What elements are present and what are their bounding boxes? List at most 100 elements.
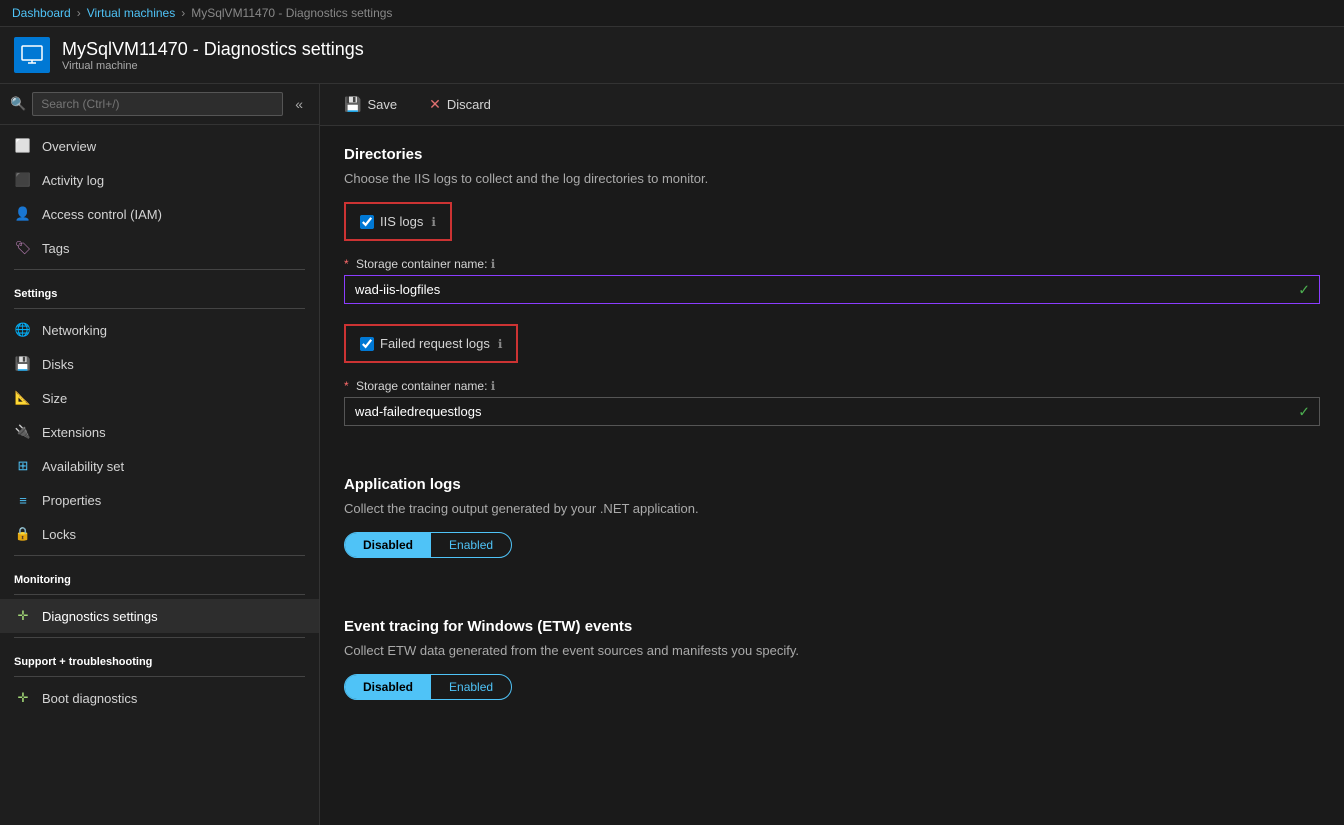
- locks-icon: 🔒: [14, 525, 32, 543]
- properties-icon: ≡: [14, 491, 32, 509]
- search-icon: 🔍: [10, 96, 26, 112]
- divider-monitoring2: [14, 594, 305, 595]
- sidebar-label-properties: Properties: [42, 493, 101, 508]
- iis-logs-text: IIS logs: [380, 214, 423, 229]
- sidebar-label-networking: Networking: [42, 323, 107, 338]
- sidebar-label-locks: Locks: [42, 527, 76, 542]
- sidebar-label-tags: Tags: [42, 241, 69, 256]
- breadcrumb-sep1: ›: [77, 6, 81, 20]
- failed-storage-check-icon: ✓: [1298, 403, 1310, 420]
- sidebar-item-extensions[interactable]: 🔌 Extensions: [0, 415, 319, 449]
- iis-storage-container: * Storage container name: ℹ ✓: [344, 257, 1320, 304]
- disks-icon: 💾: [14, 355, 32, 373]
- etw-desc: Collect ETW data generated from the even…: [344, 643, 1320, 658]
- directories-desc: Choose the IIS logs to collect and the l…: [344, 171, 1320, 186]
- sidebar-item-overview[interactable]: ⬜ Overview: [0, 129, 319, 163]
- iis-storage-input-wrap: ✓: [344, 275, 1320, 304]
- extensions-icon: 🔌: [14, 423, 32, 441]
- iis-logs-checkbox[interactable]: [360, 215, 374, 229]
- sidebar-label-diagnostics: Diagnostics settings: [42, 609, 158, 624]
- required-marker2: *: [344, 379, 349, 393]
- sidebar-item-disks[interactable]: 💾 Disks: [0, 347, 319, 381]
- page-header: MySqlVM11470 - Diagnostics settings Virt…: [0, 27, 1344, 84]
- sidebar-label-overview: Overview: [42, 139, 96, 154]
- size-icon: 📐: [14, 389, 32, 407]
- failed-storage-input-wrap: ✓: [344, 397, 1320, 426]
- networking-icon: 🌐: [14, 321, 32, 339]
- divider-settings: [14, 269, 305, 270]
- failed-storage-info-icon[interactable]: ℹ: [491, 379, 496, 393]
- app-logs-title: Application logs: [344, 476, 1320, 493]
- breadcrumb-dashboard[interactable]: Dashboard: [12, 6, 71, 20]
- app-logs-enabled-btn[interactable]: Enabled: [431, 533, 511, 557]
- monitor-icon: [20, 43, 44, 67]
- sidebar-item-activity-log[interactable]: ⬛ Activity log: [0, 163, 319, 197]
- sidebar-item-locks[interactable]: 🔒 Locks: [0, 517, 319, 551]
- breadcrumb-current: MySqlVM11470 - Diagnostics settings: [191, 6, 392, 20]
- etw-title: Event tracing for Windows (ETW) events: [344, 618, 1320, 635]
- breadcrumb-sep2: ›: [181, 6, 185, 20]
- etw-enabled-btn[interactable]: Enabled: [431, 675, 511, 699]
- sidebar-item-properties[interactable]: ≡ Properties: [0, 483, 319, 517]
- sidebar-item-iam[interactable]: 👤 Access control (IAM): [0, 197, 319, 231]
- divider-support2: [14, 676, 305, 677]
- app-logs-toggle[interactable]: Disabled Enabled: [344, 532, 512, 558]
- sidebar-item-networking[interactable]: 🌐 Networking: [0, 313, 319, 347]
- etw-disabled-btn[interactable]: Disabled: [345, 675, 431, 699]
- sidebar-label-extensions: Extensions: [42, 425, 106, 440]
- iis-storage-input[interactable]: [344, 275, 1320, 304]
- iis-logs-group: IIS logs ℹ: [344, 202, 452, 241]
- sidebar-item-tags[interactable]: 🏷 Tags: [0, 231, 319, 265]
- search-input[interactable]: [32, 92, 283, 116]
- diagnostics-icon: ✛: [14, 607, 32, 625]
- content-area: 💾 Save ✕ Discard Directories Choose the …: [320, 84, 1344, 825]
- iam-icon: 👤: [14, 205, 32, 223]
- support-section-label: Support + troubleshooting: [0, 642, 319, 672]
- app-logs-desc: Collect the tracing output generated by …: [344, 501, 1320, 516]
- overview-icon: ⬜: [14, 137, 32, 155]
- activity-log-icon: ⬛: [14, 171, 32, 189]
- page-header-text: MySqlVM11470 - Diagnostics settings Virt…: [62, 39, 364, 72]
- sidebar-item-size[interactable]: 📐 Size: [0, 381, 319, 415]
- sidebar-nav: ⬜ Overview ⬛ Activity log 👤 Access contr…: [0, 125, 319, 825]
- iis-storage-info-icon[interactable]: ℹ: [491, 257, 496, 271]
- discard-icon: ✕: [429, 96, 441, 113]
- discard-button[interactable]: ✕ Discard: [421, 92, 499, 117]
- sidebar-item-boot-diagnostics[interactable]: ✛ Boot diagnostics: [0, 681, 319, 715]
- settings-section-label: Settings: [0, 274, 319, 304]
- app-logs-disabled-btn[interactable]: Disabled: [345, 533, 431, 557]
- directories-title: Directories: [344, 146, 1320, 163]
- page-title: MySqlVM11470 - Diagnostics settings: [62, 39, 364, 60]
- breadcrumb: Dashboard › Virtual machines › MySqlVM11…: [0, 0, 1344, 27]
- page-subtitle: Virtual machine: [62, 60, 364, 72]
- sidebar-label-boot-diagnostics: Boot diagnostics: [42, 691, 137, 706]
- sidebar-item-diagnostics[interactable]: ✛ Diagnostics settings: [0, 599, 319, 633]
- failed-storage-input[interactable]: [344, 397, 1320, 426]
- breadcrumb-vms[interactable]: Virtual machines: [87, 6, 176, 20]
- iis-storage-label: * Storage container name: ℹ: [344, 257, 1320, 271]
- iis-storage-check-icon: ✓: [1298, 281, 1310, 298]
- failed-storage-container: * Storage container name: ℹ ✓: [344, 379, 1320, 426]
- failed-req-info-icon[interactable]: ℹ: [498, 337, 503, 351]
- etw-section: Event tracing for Windows (ETW) events C…: [344, 618, 1320, 700]
- vm-icon: [14, 37, 50, 73]
- iis-logs-info-icon[interactable]: ℹ: [431, 215, 436, 229]
- directories-section: Directories Choose the IIS logs to colle…: [344, 146, 1320, 426]
- discard-label: Discard: [447, 97, 491, 112]
- save-button[interactable]: 💾 Save: [336, 92, 405, 117]
- divider-monitoring: [14, 555, 305, 556]
- collapse-button[interactable]: «: [289, 94, 309, 114]
- divider-settings2: [14, 308, 305, 309]
- save-icon: 💾: [344, 96, 361, 113]
- sidebar-label-disks: Disks: [42, 357, 74, 372]
- failed-req-checkbox[interactable]: [360, 337, 374, 351]
- etw-toggle[interactable]: Disabled Enabled: [344, 674, 512, 700]
- sidebar-label-availability: Availability set: [42, 459, 124, 474]
- sidebar-item-availability-set[interactable]: ⊞ Availability set: [0, 449, 319, 483]
- divider-support: [14, 637, 305, 638]
- failed-req-label[interactable]: Failed request logs: [360, 336, 490, 351]
- boot-diag-icon: ✛: [14, 689, 32, 707]
- iis-logs-label[interactable]: IIS logs: [360, 214, 423, 229]
- content-body: Directories Choose the IIS logs to colle…: [320, 126, 1344, 825]
- monitoring-section-label: Monitoring: [0, 560, 319, 590]
